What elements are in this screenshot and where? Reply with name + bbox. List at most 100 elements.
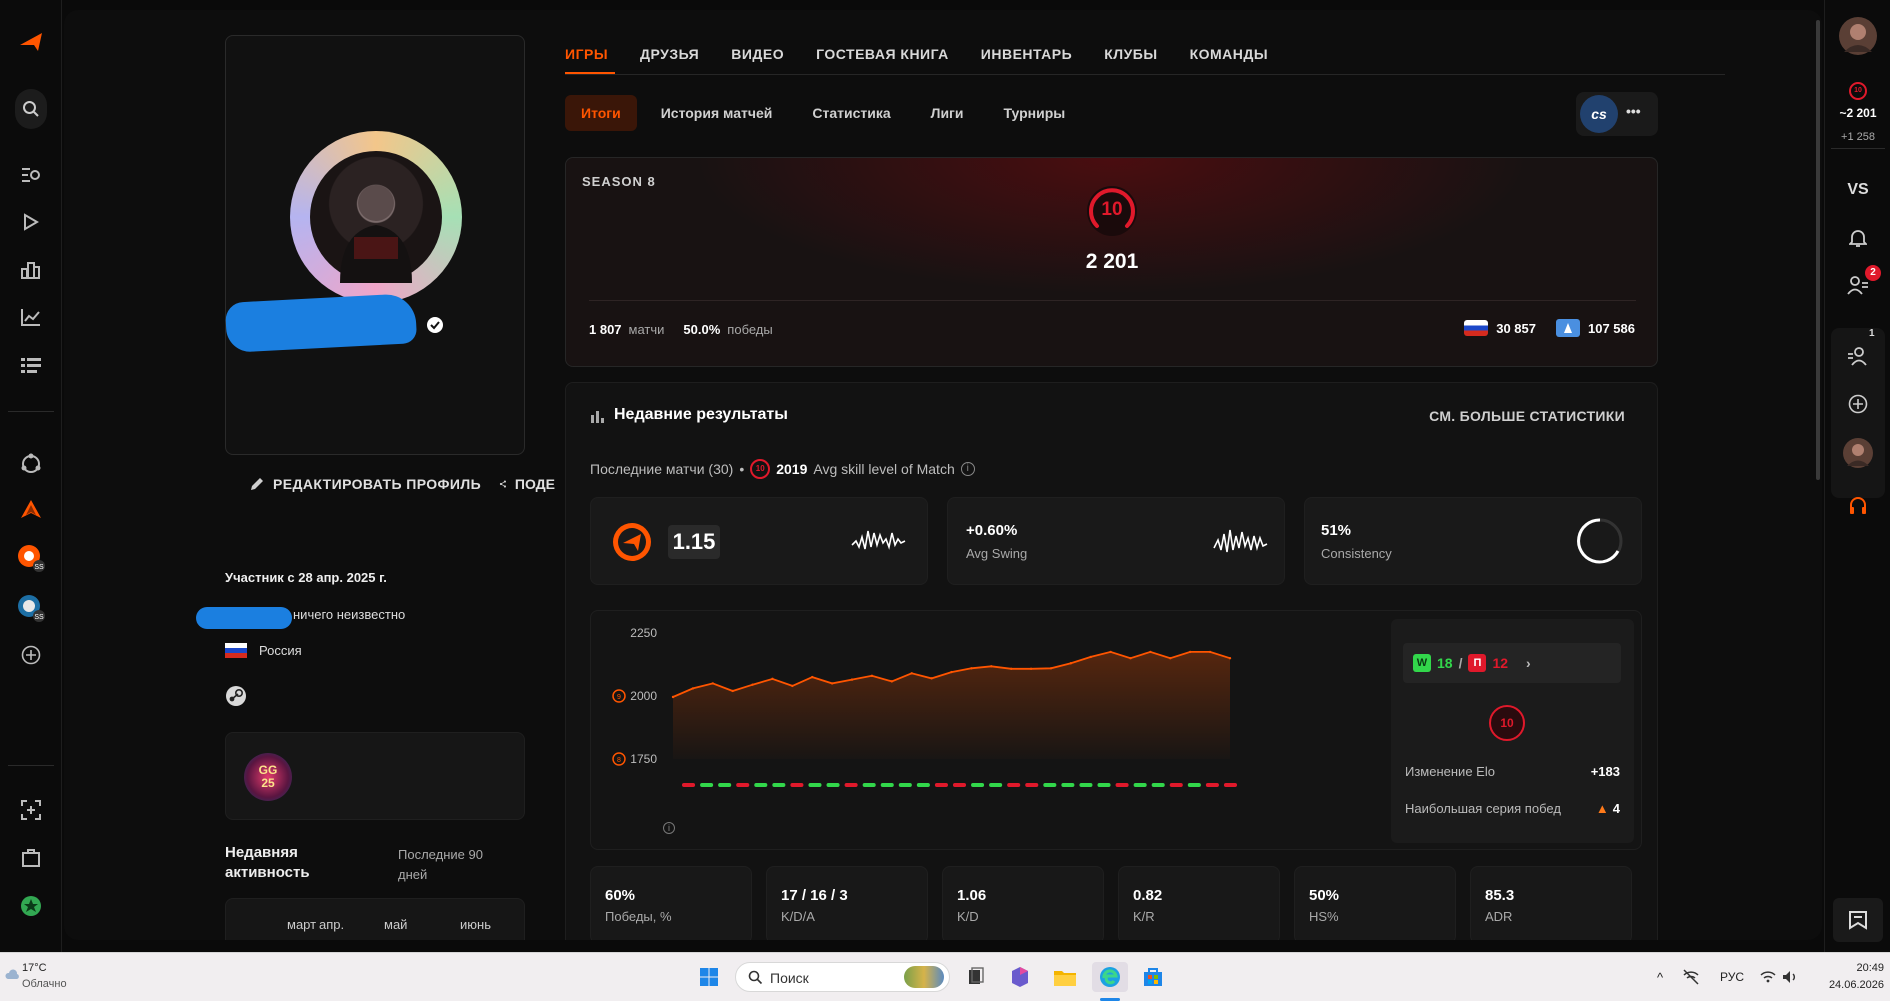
gg-badge[interactable]: GG 25 xyxy=(244,753,292,801)
elo-point[interactable] xyxy=(1149,650,1152,654)
stats-icon[interactable] xyxy=(7,297,55,337)
voice-headset-icon[interactable] xyxy=(1834,486,1882,526)
subtab-summary[interactable]: Итоги xyxy=(565,95,637,131)
user-avatar[interactable] xyxy=(1834,16,1882,56)
chart-info-icon[interactable]: i xyxy=(663,822,675,834)
start-button[interactable] xyxy=(694,962,724,992)
language-indicator[interactable]: РУС xyxy=(1717,962,1747,992)
match-result-loss[interactable] xyxy=(844,783,858,787)
subtab-leagues[interactable]: Лиги xyxy=(915,95,980,131)
match-result-win[interactable] xyxy=(754,783,768,787)
tab-guestbook[interactable]: ГОСТЕВАЯ КНИГА xyxy=(816,46,949,62)
match-result-win[interactable] xyxy=(898,783,912,787)
party-member-avatar[interactable] xyxy=(1834,433,1882,473)
elo-point[interactable] xyxy=(1228,657,1232,660)
match-result-loss[interactable] xyxy=(736,783,750,787)
match-result-loss[interactable] xyxy=(952,783,967,787)
screenshot-icon[interactable] xyxy=(7,790,55,830)
match-result-win[interactable] xyxy=(1097,783,1111,787)
file-explorer-icon[interactable] xyxy=(1050,962,1080,992)
vs-button[interactable]: VS xyxy=(1834,170,1882,210)
tab-inventory[interactable]: ИНВЕНТАРЬ xyxy=(981,46,1072,62)
elo-point[interactable] xyxy=(1109,650,1112,654)
win-loss-row[interactable]: W 18 / П 12 › xyxy=(1403,643,1621,683)
match-result-loss[interactable] xyxy=(682,783,696,787)
region-rank[interactable]: 107 586 xyxy=(1588,321,1635,336)
more-stats-link[interactable]: СМ. БОЛЬШЕ СТАТИСТИКИ xyxy=(1429,408,1625,424)
country-rank[interactable]: 30 857 xyxy=(1496,321,1536,336)
match-result-win[interactable] xyxy=(989,783,1003,787)
taskbar-search[interactable]: Поиск xyxy=(735,962,950,992)
match-result-win[interactable] xyxy=(971,783,985,787)
watch-icon[interactable] xyxy=(7,202,55,242)
steam-icon[interactable] xyxy=(225,685,247,707)
match-result-win[interactable] xyxy=(700,783,714,787)
match-result-win[interactable] xyxy=(826,783,840,787)
tab-clubs[interactable]: КЛУБЫ xyxy=(1104,46,1157,62)
elo-point[interactable] xyxy=(850,678,854,681)
hub3-icon[interactable]: SS xyxy=(7,588,55,628)
ranking-icon[interactable] xyxy=(7,250,55,290)
add-party-icon[interactable] xyxy=(1834,384,1882,424)
match-result-win[interactable] xyxy=(808,783,822,787)
elo-point[interactable] xyxy=(671,695,675,699)
elo-point[interactable] xyxy=(1169,657,1172,660)
main-scrollbar[interactable] xyxy=(1816,20,1820,480)
subtab-tournaments[interactable]: Турниры xyxy=(988,95,1082,131)
elo-point[interactable] xyxy=(811,675,814,679)
clubs-icon[interactable] xyxy=(7,443,55,483)
elo-point[interactable] xyxy=(1089,655,1092,659)
match-result-win[interactable] xyxy=(1187,783,1201,787)
match-result-win[interactable] xyxy=(1079,783,1093,787)
share-button[interactable]: ПОДЕ xyxy=(499,476,555,492)
elo-point[interactable] xyxy=(1009,667,1013,670)
clock-date[interactable]: 24.06.2026 xyxy=(1810,979,1884,991)
task-view-icon[interactable] xyxy=(961,962,991,992)
m365-icon[interactable] xyxy=(1005,962,1035,992)
match-result-win[interactable] xyxy=(1133,783,1147,787)
party-icon[interactable] xyxy=(1834,336,1882,376)
volume-icon[interactable] xyxy=(1780,962,1800,992)
weather-text[interactable]: Облачно xyxy=(22,978,67,990)
tab-games[interactable]: ИГРЫ xyxy=(565,46,608,62)
elo-point[interactable] xyxy=(1208,650,1212,654)
weather-icon[interactable] xyxy=(4,967,20,983)
elo-point[interactable] xyxy=(1129,657,1132,660)
anticheat-button[interactable] xyxy=(1833,898,1883,942)
briefcase-icon[interactable] xyxy=(7,838,55,878)
hub-icon[interactable] xyxy=(7,490,55,530)
match-result-loss[interactable] xyxy=(1115,783,1129,787)
add-icon[interactable] xyxy=(7,635,55,675)
elo-point[interactable] xyxy=(830,682,834,685)
logo-icon[interactable] xyxy=(7,22,55,62)
elo-point[interactable] xyxy=(910,672,913,675)
find-players-icon[interactable] xyxy=(7,155,55,195)
elo-point[interactable] xyxy=(990,665,993,668)
wifi-icon[interactable] xyxy=(1758,962,1778,992)
elo-point[interactable] xyxy=(691,687,695,690)
store-icon[interactable] xyxy=(1138,962,1168,992)
premium-icon[interactable] xyxy=(7,886,55,926)
match-result-loss[interactable] xyxy=(790,783,804,787)
last-matches-label[interactable]: Последние матчи (30) xyxy=(590,461,733,477)
match-result-win[interactable] xyxy=(880,783,894,787)
elo-point[interactable] xyxy=(731,689,734,693)
elo-point[interactable] xyxy=(1189,650,1192,654)
match-result-win[interactable] xyxy=(772,783,786,787)
elo-point[interactable] xyxy=(870,674,874,678)
match-result-win[interactable] xyxy=(718,783,732,787)
elo-point[interactable] xyxy=(970,667,973,670)
tab-video[interactable]: ВИДЕО xyxy=(731,46,784,62)
activity-period[interactable]: Последние 90 дней xyxy=(398,845,508,885)
search-icon[interactable] xyxy=(15,89,47,129)
avatar[interactable] xyxy=(310,151,442,283)
info-icon[interactable]: i xyxy=(960,462,975,476)
tab-teams[interactable]: КОМАНДЫ xyxy=(1190,46,1269,62)
match-result-win[interactable] xyxy=(862,783,876,787)
match-result-loss[interactable] xyxy=(1205,783,1219,787)
elo-point[interactable] xyxy=(1029,667,1033,670)
game-selector[interactable]: cs ••• xyxy=(1576,92,1658,136)
hub2-icon[interactable]: SS xyxy=(7,538,55,578)
elo-point[interactable] xyxy=(1069,662,1073,665)
tray-network-off-icon[interactable] xyxy=(1680,962,1702,992)
